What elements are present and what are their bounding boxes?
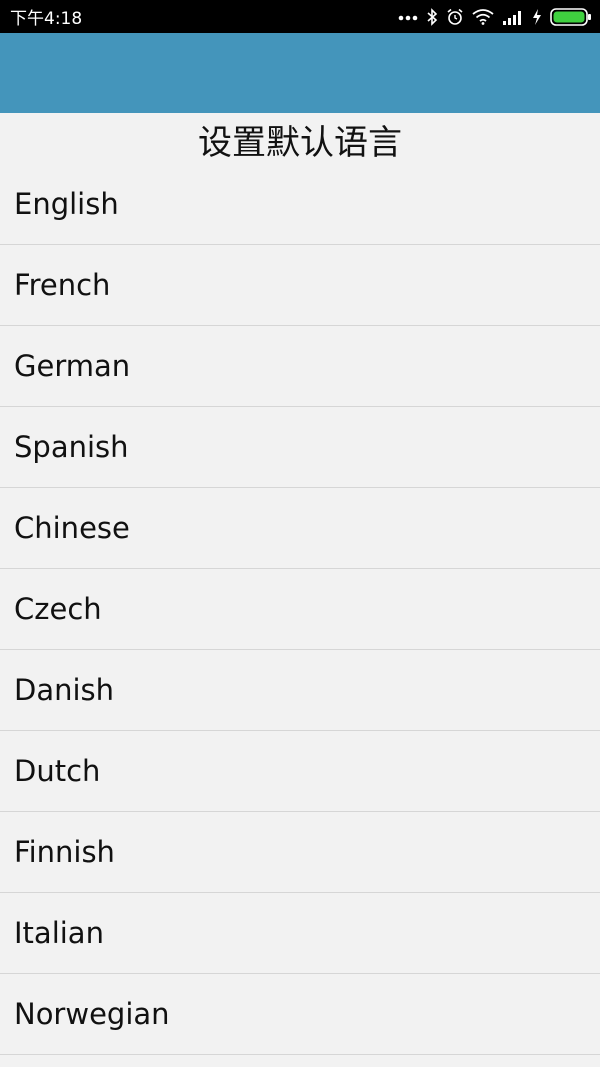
- wifi-icon: [472, 8, 494, 25]
- language-item-finnish[interactable]: Finnish: [0, 812, 600, 893]
- app-bar: [0, 33, 600, 113]
- language-item-norwegian[interactable]: Norwegian: [0, 974, 600, 1055]
- status-bar: 下午4:18: [0, 0, 600, 33]
- content: 设置默认语言 English French German Spanish Chi…: [0, 113, 600, 1067]
- charging-icon: [532, 8, 542, 25]
- signal-icon: [502, 9, 524, 25]
- status-icons: [398, 7, 592, 26]
- status-time: 下午4:18: [10, 9, 83, 29]
- language-item-dutch[interactable]: Dutch: [0, 731, 600, 812]
- language-list: English French German Spanish Chinese Cz…: [0, 164, 600, 1055]
- language-item-czech[interactable]: Czech: [0, 569, 600, 650]
- battery-icon: [550, 7, 592, 26]
- language-item-italian[interactable]: Italian: [0, 893, 600, 974]
- language-item-chinese[interactable]: Chinese: [0, 488, 600, 569]
- language-item-french[interactable]: French: [0, 245, 600, 326]
- language-item-spanish[interactable]: Spanish: [0, 407, 600, 488]
- alarm-icon: [446, 8, 464, 26]
- bluetooth-icon: [426, 7, 438, 26]
- language-item-danish[interactable]: Danish: [0, 650, 600, 731]
- page-title: 设置默认语言: [198, 123, 402, 163]
- language-item-english[interactable]: English: [0, 164, 600, 245]
- more-dots-icon: [398, 13, 418, 21]
- language-item-german[interactable]: German: [0, 326, 600, 407]
